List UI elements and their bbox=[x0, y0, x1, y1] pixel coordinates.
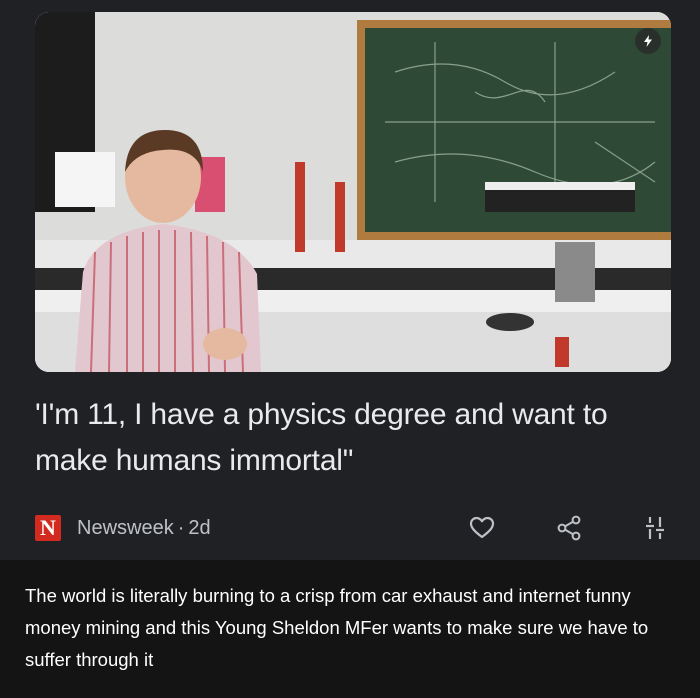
source-logo: N bbox=[35, 515, 61, 541]
article-age: 2d bbox=[188, 516, 211, 539]
like-button[interactable] bbox=[468, 514, 496, 542]
classroom-photo bbox=[35, 12, 671, 372]
lightning-icon bbox=[644, 35, 652, 47]
article-headline[interactable]: 'I'm 11, I have a physics degree and wan… bbox=[35, 392, 675, 484]
article-thumbnail[interactable] bbox=[35, 12, 671, 372]
amp-badge bbox=[635, 28, 661, 54]
tune-icon bbox=[646, 517, 664, 539]
article-meta: N Newsweek · 2d bbox=[35, 512, 675, 544]
share-button[interactable] bbox=[555, 514, 583, 542]
heart-icon bbox=[469, 516, 495, 539]
comment-caption: The world is literally burning to a cris… bbox=[25, 585, 649, 670]
share-icon bbox=[557, 515, 581, 541]
meta-separator: · bbox=[177, 516, 185, 539]
tune-button[interactable] bbox=[641, 514, 669, 542]
source-name[interactable]: Newsweek bbox=[77, 517, 174, 540]
news-card[interactable]: 'I'm 11, I have a physics degree and wan… bbox=[0, 0, 700, 560]
